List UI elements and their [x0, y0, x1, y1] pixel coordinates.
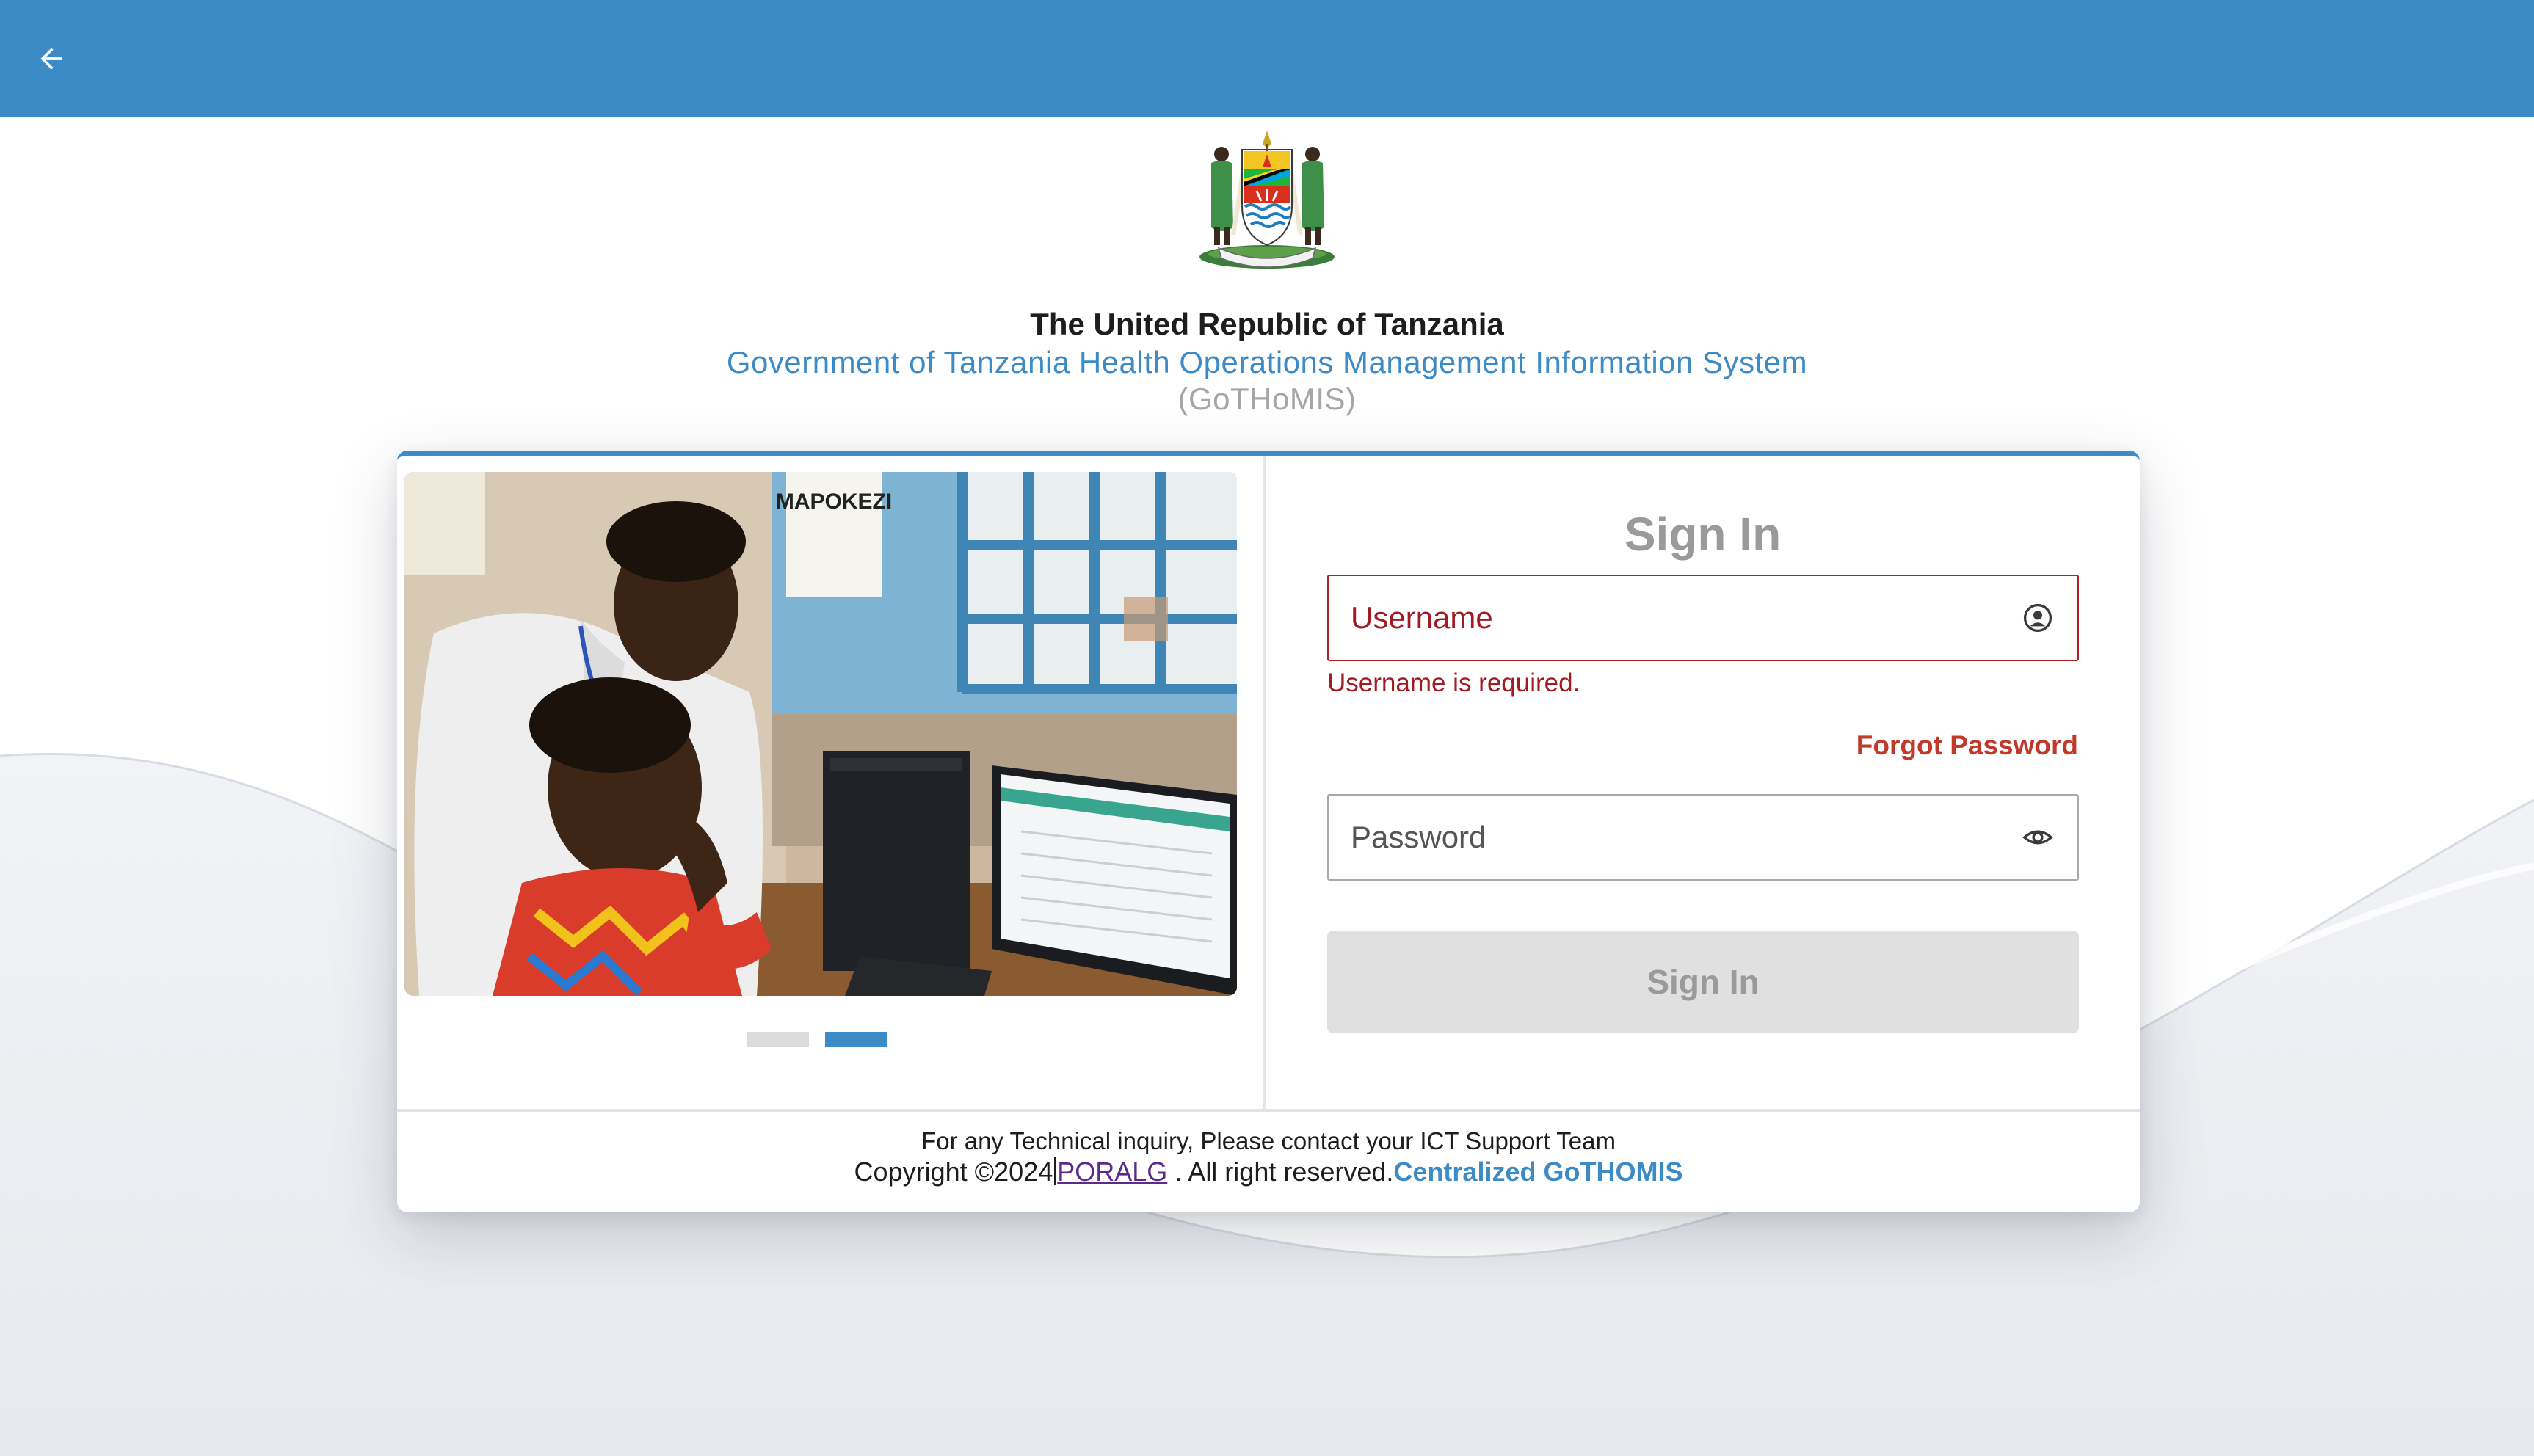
poralg-link[interactable]: PORALG — [1057, 1157, 1167, 1187]
text-cursor — [1054, 1157, 1056, 1185]
system-name: Government of Tanzania Health Operations… — [726, 345, 1808, 379]
copyright-line: Copyright ©2024 PORALG . All right reserv… — [397, 1157, 2140, 1187]
footer-divider — [397, 1109, 2140, 1112]
health-worker-photo: MAPOKEZI — [404, 472, 1237, 996]
product-name: Centralized GoTHOMIS — [1393, 1157, 1683, 1187]
copyright-prefix: Copyright ©2024 — [854, 1157, 1053, 1187]
password-field[interactable]: Password — [1327, 794, 2079, 881]
signin-submit-button[interactable]: Sign In — [1327, 931, 2079, 1033]
carousel-dot-1[interactable] — [747, 1032, 809, 1046]
system-abbreviation: (GoTHoMIS) — [1177, 382, 1357, 416]
account-circle-icon — [2020, 600, 2055, 636]
username-placeholder: Username — [1351, 600, 1493, 635]
carousel-dot-2-active[interactable] — [825, 1032, 887, 1046]
svg-text:MAPOKEZI: MAPOKEZI — [776, 489, 892, 514]
username-error: Username is required. — [1327, 669, 1580, 697]
carousel-image: MAPOKEZI — [404, 472, 1237, 996]
top-app-bar — [0, 0, 2534, 117]
support-inquiry-text: For any Technical inquiry, Please contac… — [921, 1127, 1616, 1154]
eye-icon[interactable] — [2020, 820, 2055, 855]
country-title: The United Republic of Tanzania — [1030, 307, 1504, 341]
forgot-password-link[interactable]: Forgot Password — [1856, 730, 2078, 761]
back-button[interactable] — [29, 37, 73, 81]
rights-text: . All right reserved. — [1167, 1157, 1394, 1187]
username-field[interactable]: Username — [1327, 575, 2079, 661]
tanzania-coat-of-arms-logo — [1199, 131, 1335, 269]
signin-title: Sign In — [1624, 508, 1782, 561]
arrow-left-icon — [40, 48, 62, 70]
password-placeholder: Password — [1351, 820, 1486, 854]
login-card: MAPOKEZI Sign In Username Username is re… — [397, 451, 2140, 1212]
